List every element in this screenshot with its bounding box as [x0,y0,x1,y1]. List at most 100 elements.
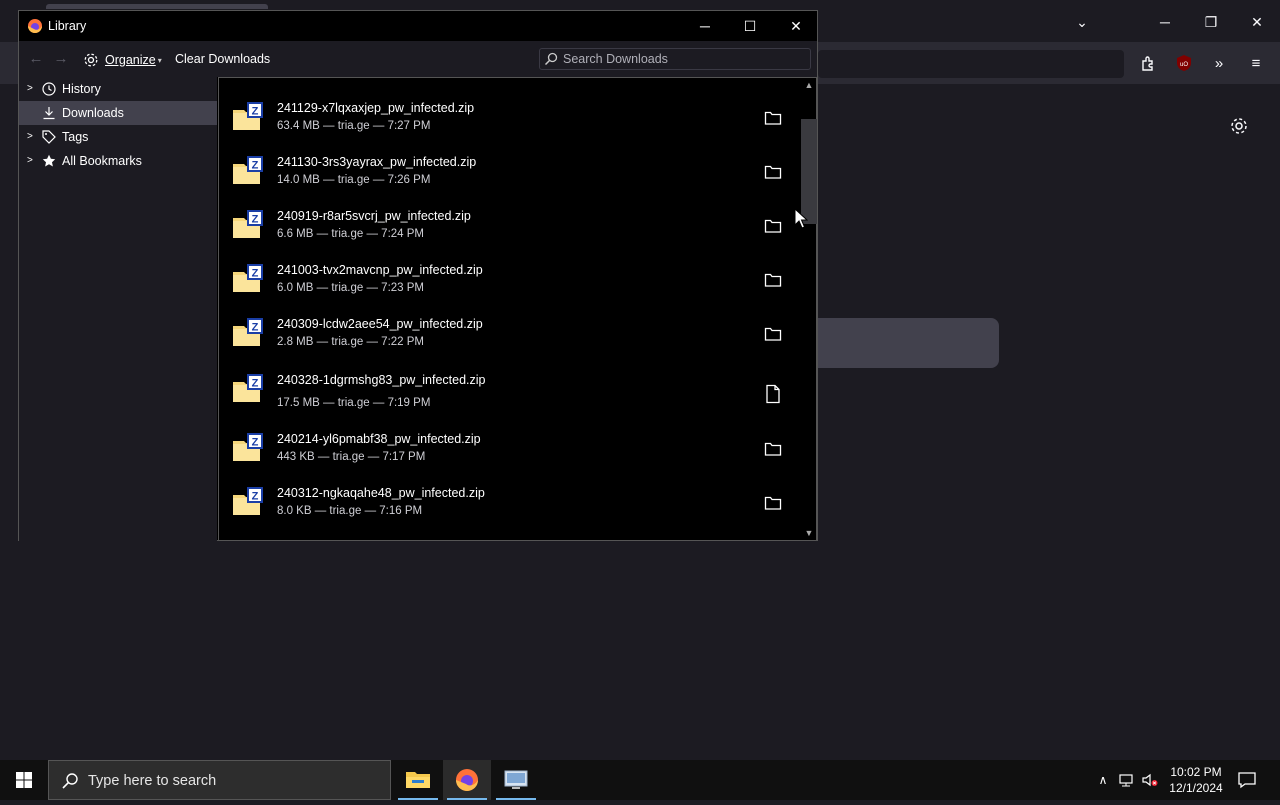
download-icon [42,106,56,120]
expand-arrow-icon[interactable]: > [27,131,37,143]
open-folder-icon[interactable] [764,441,782,457]
background-panel [818,318,999,368]
open-folder-icon[interactable] [764,110,782,126]
hamburger-menu-icon[interactable]: ≡ [1246,54,1266,74]
browser-restore-button[interactable]: ❐ [1199,12,1223,32]
volume-muted-icon[interactable] [1141,771,1159,789]
sidebar-item-label: Downloads [62,106,124,120]
clock-time: 10:02 PM [1170,765,1222,779]
download-details: 6.6 MB — tria.ge — 7:24 PM [277,228,425,240]
firefox-icon [27,18,43,34]
download-filename: 241003-tvx2mavcnp_pw_infected.zip [277,263,483,277]
clear-downloads-button[interactable]: Clear Downloads [175,52,270,66]
sidebar-item-label: All Bookmarks [62,154,142,168]
zip-archive-icon: Z [232,487,264,517]
download-details: 2.8 MB — tria.ge — 7:22 PM [277,336,425,348]
download-filename: 240312-ngkaqahe48_pw_infected.zip [277,486,485,500]
url-bar[interactable] [818,50,1124,78]
open-folder-icon[interactable] [764,164,782,180]
organize-label: Organize [105,53,156,67]
extensions-icon[interactable] [1138,54,1158,74]
back-arrow-icon[interactable]: ← [27,51,45,67]
downloads-list[interactable]: ▲ ▼ Z 241129-x7lqxaxjep_pw_infected.zip … [218,77,817,541]
download-details: 17.5 MB — tria.ge — 7:19 PM [277,397,431,409]
zip-archive-icon: Z [232,264,264,294]
download-filename: 240214-yl6pmabf38_pw_infected.zip [277,432,481,446]
svg-text:Z: Z [252,491,259,503]
download-filename: 240919-r8ar5svcrj_pw_infected.zip [277,209,471,223]
search-icon [544,52,558,66]
expand-arrow-icon[interactable]: > [27,83,37,95]
svg-text:Z: Z [252,378,259,390]
download-item[interactable]: Z 240309-lcdw2aee54_pw_infected.zip 2.8 … [219,304,799,358]
download-details: 443 KB — tria.ge — 7:17 PM [277,451,426,463]
browser-minimize-button[interactable]: ─ [1153,12,1177,32]
download-item[interactable]: Z 241129-x7lqxaxjep_pw_infected.zip 63.4… [219,88,799,142]
zip-archive-icon: Z [232,374,264,404]
download-item[interactable]: Z 240214-yl6pmabf38_pw_infected.zip 443 … [219,419,799,473]
sidebar-item-history[interactable]: > History [19,77,217,101]
settings-gear-icon[interactable] [1229,116,1249,136]
firefox-icon [456,769,478,791]
sidebar-item-tags[interactable]: > Tags [19,125,217,149]
remote-app[interactable] [492,760,540,800]
gear-icon [84,53,98,67]
monitor-icon [504,770,528,789]
system-clock[interactable]: 10:02 PM 12/1/2024 [1162,764,1230,796]
open-folder-icon[interactable] [764,326,782,342]
open-folder-icon[interactable] [764,218,782,234]
svg-text:Z: Z [252,106,259,118]
scroll-up-arrow-icon[interactable]: ▲ [802,79,816,91]
file-explorer-app[interactable] [394,760,442,800]
zip-archive-icon: Z [232,156,264,186]
organize-button[interactable]: Organize ▾ [83,51,162,69]
tab-list-chevron-icon[interactable]: ⌄ [1070,12,1094,32]
chevron-down-icon: ▾ [157,55,162,65]
sidebar-item-label: Tags [62,130,89,144]
open-folder-icon[interactable] [764,495,782,511]
open-folder-icon[interactable] [764,272,782,288]
browser-tab[interactable] [46,4,268,9]
mouse-cursor-icon [794,207,809,230]
minimize-button[interactable]: ─ [682,11,728,41]
scroll-down-arrow-icon[interactable]: ▼ [802,527,816,539]
windows-start-button[interactable] [0,760,48,800]
notifications-icon[interactable] [1236,770,1258,790]
overflow-menu-icon[interactable]: » [1209,54,1229,74]
places-sidebar: > History Downloads > Tags > All Bookmar… [19,77,217,541]
download-details: 63.4 MB — tria.ge — 7:27 PM [277,120,431,132]
star-icon [42,154,56,168]
sidebar-item-all-bookmarks[interactable]: > All Bookmarks [19,149,217,173]
search-downloads-input[interactable]: Search Downloads [539,48,811,70]
network-icon[interactable] [1118,771,1136,789]
svg-text:Z: Z [252,160,259,172]
ublock-origin-icon[interactable]: uO [1174,54,1194,74]
svg-text:Z: Z [252,214,259,226]
expand-arrow-icon[interactable]: > [27,155,37,167]
zip-archive-icon: Z [232,318,264,348]
download-item[interactable]: Z 240312-ngkaqahe48_pw_infected.zip 8.0 … [219,473,799,527]
browser-close-button[interactable]: ✕ [1245,12,1269,32]
firefox-app[interactable] [443,760,491,800]
open-file-icon[interactable] [764,384,782,404]
download-item[interactable]: Z 240919-r8ar5svcrj_pw_infected.zip 6.6 … [219,196,799,250]
sidebar-item-downloads[interactable]: Downloads [19,101,217,125]
svg-text:Z: Z [252,268,259,280]
download-details: 14.0 MB — tria.ge — 7:26 PM [277,174,431,186]
taskbar-search-input[interactable]: Type here to search [48,760,391,800]
svg-text:Z: Z [252,322,259,334]
folder-icon [406,772,430,788]
download-item[interactable]: Z 240328-1dgrmshg83_pw_infected.zip 17.5… [219,360,799,418]
download-details: 6.0 MB — tria.ge — 7:23 PM [277,282,425,294]
clock-date: 12/1/2024 [1169,781,1223,795]
download-filename: 240309-lcdw2aee54_pw_infected.zip [277,317,483,331]
show-hidden-icons-chevron-icon[interactable]: ∧ [1094,771,1112,789]
search-icon [61,772,79,790]
download-details: 8.0 KB — tria.ge — 7:16 PM [277,505,423,517]
download-item[interactable]: Z 241003-tvx2mavcnp_pw_infected.zip 6.0 … [219,250,799,304]
maximize-button[interactable]: ☐ [727,11,773,41]
download-item[interactable]: Z 241130-3rs3yayrax_pw_infected.zip 14.0… [219,142,799,196]
forward-arrow-icon[interactable]: → [52,51,70,67]
svg-text:Z: Z [252,437,259,449]
close-button[interactable]: ✕ [773,11,819,41]
